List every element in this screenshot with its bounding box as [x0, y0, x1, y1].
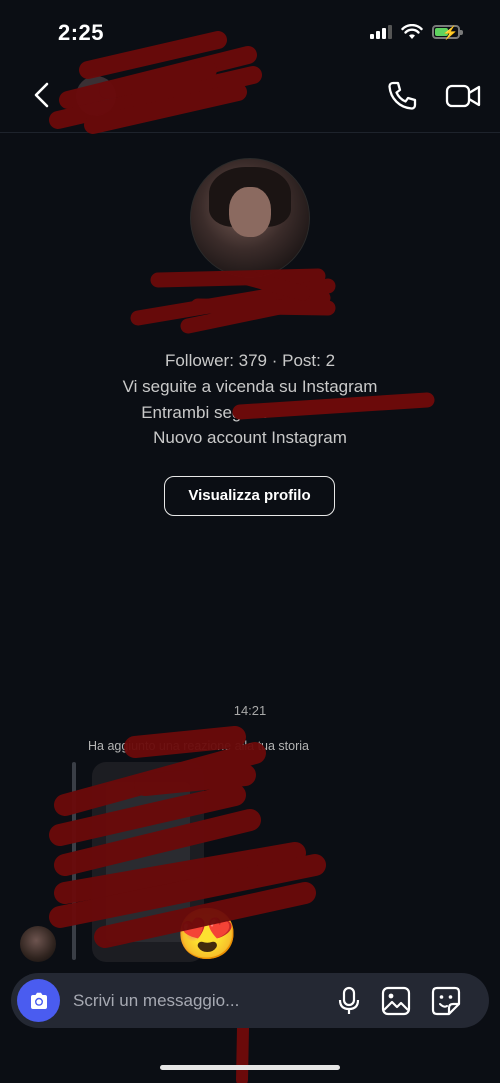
home-indicator[interactable] — [160, 1065, 340, 1070]
camera-button[interactable] — [17, 979, 60, 1022]
status-icons: ⚡ — [370, 24, 463, 40]
gallery-icon[interactable] — [381, 986, 411, 1016]
header-avatar[interactable] — [76, 76, 116, 116]
message-composer — [11, 973, 489, 1028]
microphone-icon[interactable] — [336, 986, 362, 1016]
video-call-icon[interactable] — [444, 78, 482, 114]
camera-icon — [31, 992, 47, 1009]
heart-eyes-emoji-reaction: 😍 — [176, 906, 239, 962]
message-input[interactable] — [71, 983, 315, 1019]
story-reaction-note: Ha aggiunto una reazione alla tua storia — [88, 739, 309, 753]
sticker-icon[interactable] — [431, 986, 461, 1016]
profile-stats: Follower: 379 · Post: 2 — [164, 351, 336, 370]
redaction-scribble-name — [130, 268, 336, 334]
new-account-text: Nuovo account Instagram — [153, 428, 347, 447]
profile-photo[interactable] — [190, 158, 310, 278]
mutual-follow-text: Vi seguite a vicenda su Instagram — [122, 377, 378, 396]
back-arrow-icon[interactable] — [26, 78, 60, 112]
redaction-scribble-bottom — [236, 1024, 249, 1083]
followed-by-text: Entrambi seguite — [0, 403, 500, 423]
sender-avatar[interactable] — [20, 926, 56, 962]
status-time: 2:25 — [58, 20, 105, 45]
phone-call-icon[interactable] — [384, 78, 420, 114]
battery-icon: ⚡ — [432, 25, 463, 40]
followed-by-label: Entrambi seguite — [141, 403, 269, 422]
chat-header — [0, 64, 500, 133]
status-bar: 2:25 ⚡ — [0, 0, 500, 64]
reply-indicator-bar — [72, 762, 76, 960]
view-profile-button[interactable]: Visualizza profilo — [164, 476, 335, 516]
message-timestamp: 14:21 — [233, 703, 267, 718]
cellular-signal-icon — [370, 25, 392, 39]
wifi-icon — [401, 24, 423, 39]
